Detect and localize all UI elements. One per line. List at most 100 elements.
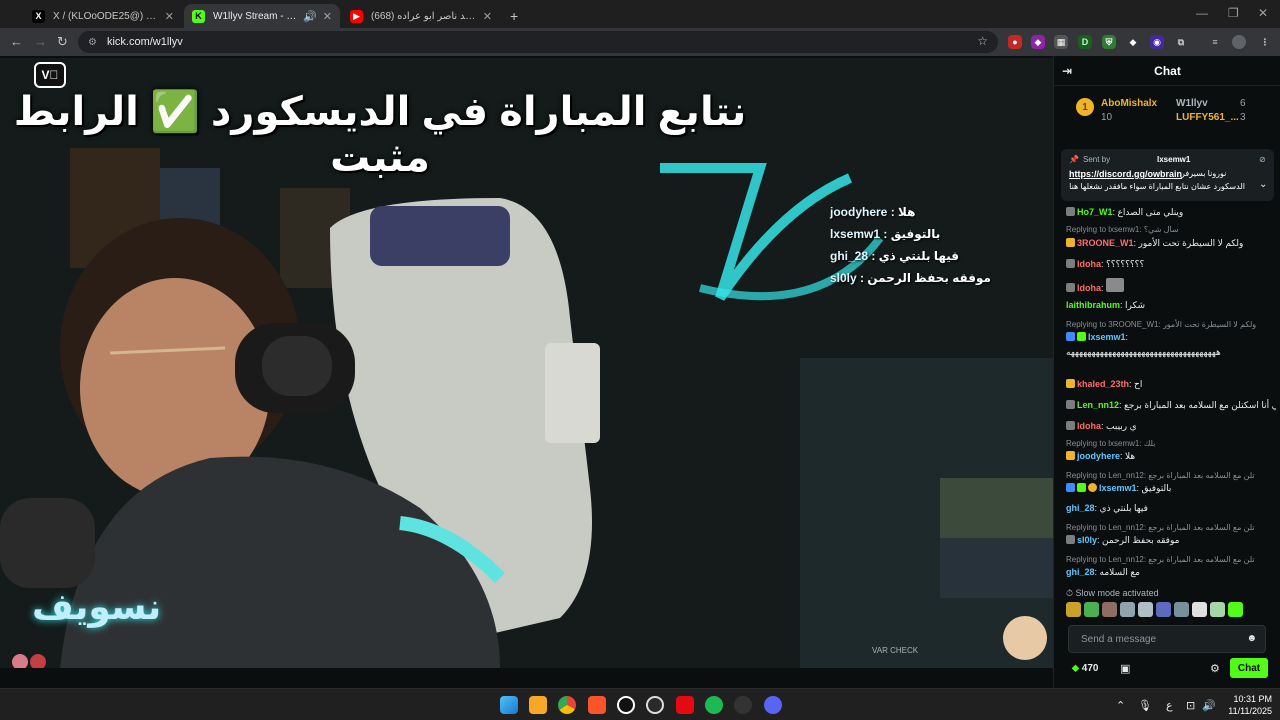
extension-diamond-icon[interactable]: ◆: [1126, 35, 1140, 49]
language-indicator[interactable]: ع: [1166, 699, 1173, 712]
chat-username[interactable]: Ho7_W1: [1077, 207, 1113, 217]
emote-button[interactable]: [1138, 602, 1153, 617]
obs-icon[interactable]: [734, 696, 752, 714]
tab-kick[interactable]: K W1llyv Stream - Watch Live 🔊 ✕: [184, 4, 340, 28]
emote-button[interactable]: [1120, 602, 1135, 617]
microphone-icon[interactable]: 🎙: [1138, 699, 1152, 712]
overlay-user: ghi_28: [830, 249, 869, 263]
bookmark-star-icon[interactable]: ☆: [977, 34, 988, 48]
kick-logo-icon: K: [192, 9, 205, 23]
app-ring-icon[interactable]: [646, 696, 664, 714]
unpin-icon[interactable]: ⊘: [1259, 155, 1266, 164]
menu-kebab-icon[interactable]: ⋮: [1258, 35, 1272, 49]
emote-button[interactable]: [1174, 602, 1189, 617]
reply-context[interactable]: Replying to Len_nn12: تلن مع السلامه بعد…: [1066, 522, 1276, 534]
close-window-icon[interactable]: ✕: [1258, 6, 1268, 20]
chat-username[interactable]: ghi_28: [1066, 503, 1095, 513]
close-tab-icon[interactable]: ✕: [483, 10, 492, 23]
collapse-chat-icon[interactable]: ⇥: [1062, 64, 1072, 78]
send-chat-button[interactable]: Chat: [1230, 658, 1268, 678]
shield-icon[interactable]: ⛨: [1102, 35, 1116, 49]
profile-avatar[interactable]: [1232, 35, 1246, 49]
channel-watermark: نسويف: [32, 586, 162, 627]
emote-menu-icon[interactable]: [1228, 602, 1243, 617]
chat-username[interactable]: lxsemw1: [1099, 483, 1137, 493]
reply-context[interactable]: Replying to lxsemw1: بلك: [1066, 438, 1276, 450]
pinned-message[interactable]: 📌 Sent by lxsemw1 ⊘ https://discord.gg/o…: [1061, 149, 1274, 201]
close-tab-icon[interactable]: ✕: [323, 10, 332, 23]
file-explorer-icon[interactable]: [529, 696, 547, 714]
chat-username[interactable]: joodyhere: [1077, 451, 1120, 461]
leaderboard-name[interactable]: LUFFY561_...: [1176, 112, 1239, 123]
forward-icon[interactable]: →: [34, 34, 47, 49]
pinned-link[interactable]: https://discord.gg/owbrain: [1069, 169, 1182, 179]
extension-2-icon[interactable]: ◆: [1031, 35, 1045, 49]
chat-username[interactable]: sl0ly: [1077, 535, 1097, 545]
chat-input[interactable]: Send a message ☻: [1068, 625, 1266, 653]
minimize-icon[interactable]: —: [1196, 6, 1208, 20]
extension-1-icon[interactable]: ●: [1008, 35, 1022, 49]
app-g-icon[interactable]: [617, 696, 635, 714]
brave-icon[interactable]: [588, 696, 606, 714]
overlay-text: موفقه بحفظ الرحمن: [867, 271, 991, 285]
extension-d-icon[interactable]: D: [1078, 35, 1092, 49]
site-info-icon[interactable]: ⚙: [88, 37, 97, 48]
leaderboard-name[interactable]: W1llyv: [1176, 98, 1208, 109]
chat-text: فيها بلنتي ذي: [1099, 503, 1148, 513]
chevron-down-icon[interactable]: ⌄: [1259, 179, 1267, 190]
address-bar[interactable]: ⚙ kick.com/w1llyv ☆: [78, 31, 998, 53]
chat-text: موفقه بحفظ الرحمن: [1102, 535, 1180, 545]
network-icon[interactable]: ⊡: [1186, 699, 1195, 712]
settings-gear-icon[interactable]: ⚙: [1210, 662, 1220, 675]
chat-username[interactable]: khaled_23th: [1077, 379, 1129, 389]
chrome-icon[interactable]: [558, 696, 576, 714]
netflix-icon[interactable]: [676, 696, 694, 714]
tab-youtube[interactable]: ▶ (668) الكورا بعد ناصر ابو عراده ❤ ✕: [342, 4, 500, 28]
emoji-icon[interactable]: ☻: [1246, 633, 1257, 644]
tray-chevron-icon[interactable]: ⌃: [1116, 699, 1125, 712]
pinned-sender[interactable]: lxsemw1: [1157, 155, 1190, 164]
restore-icon[interactable]: ❐: [1228, 6, 1239, 20]
volume-icon[interactable]: 🔊: [1202, 699, 1216, 712]
channel-points[interactable]: ⬥ 470: [1072, 663, 1098, 674]
kick-page: V⃝ نتابع المباراة في الديسكورد ✅ الرابط …: [0, 56, 1280, 688]
leaderboard-name[interactable]: AboMishalx: [1101, 98, 1157, 109]
chat-username[interactable]: ldoha: [1077, 283, 1101, 293]
video-player[interactable]: V⃝ نتابع المباراة في الديسكورد ✅ الرابط …: [0, 58, 1053, 668]
reply-context[interactable]: Replying to 3ROONE_W1: ولكم لا السيطرة ت…: [1066, 319, 1276, 331]
chat-username[interactable]: ldoha: [1077, 259, 1101, 269]
discord-icon[interactable]: [764, 696, 782, 714]
reply-context[interactable]: Replying to Len_nn12: تلن مع السلامه بعد…: [1066, 554, 1276, 566]
back-icon[interactable]: ←: [10, 34, 23, 49]
chat-username[interactable]: 3ROONE_W1: [1077, 238, 1134, 248]
system-clock[interactable]: 10:31 PM 11/11/2025: [1222, 693, 1272, 717]
gift-icon[interactable]: ▣: [1120, 662, 1130, 675]
chat-username[interactable]: ldoha: [1077, 421, 1101, 431]
tab-x[interactable]: X X / (KLOoODE25@) خلودي 25 ✕: [24, 4, 182, 28]
emote-image: [1106, 278, 1125, 292]
chat-username[interactable]: Len_nn12: [1077, 400, 1119, 410]
chat-username[interactable]: laithibrahum: [1066, 300, 1120, 310]
extension-eye-icon[interactable]: ◉: [1150, 35, 1164, 49]
extension-3-icon[interactable]: ▦: [1054, 35, 1068, 49]
start-icon[interactable]: [500, 696, 518, 714]
emote-button[interactable]: [1102, 602, 1117, 617]
emote-button[interactable]: [1210, 602, 1225, 617]
reload-icon[interactable]: ↻: [57, 34, 68, 50]
close-tab-icon[interactable]: ✕: [165, 10, 174, 23]
spotify-icon[interactable]: [705, 696, 723, 714]
extensions-puzzle-icon[interactable]: ⧉: [1174, 35, 1188, 49]
overlay-user: sl0ly: [830, 271, 857, 285]
reply-context[interactable]: Replying to lxsemw1: سال شي؟: [1066, 224, 1276, 236]
emote-button[interactable]: [1192, 602, 1207, 617]
reply-context[interactable]: Replying to Len_nn12: تلن مع السلامه بعد…: [1066, 470, 1276, 482]
chat-username[interactable]: ghi_28: [1066, 567, 1095, 577]
emote-button[interactable]: [1156, 602, 1171, 617]
chat-message: Ho7_W1: وينلي متى الصداع: [1066, 206, 1276, 218]
media-control-icon[interactable]: ≡: [1208, 35, 1222, 49]
audio-icon[interactable]: 🔊: [303, 10, 317, 23]
emote-button[interactable]: [1084, 602, 1099, 617]
new-tab-button[interactable]: +: [502, 4, 522, 28]
chat-username[interactable]: lxsemw1: [1088, 332, 1126, 342]
emote-button[interactable]: [1066, 602, 1081, 617]
